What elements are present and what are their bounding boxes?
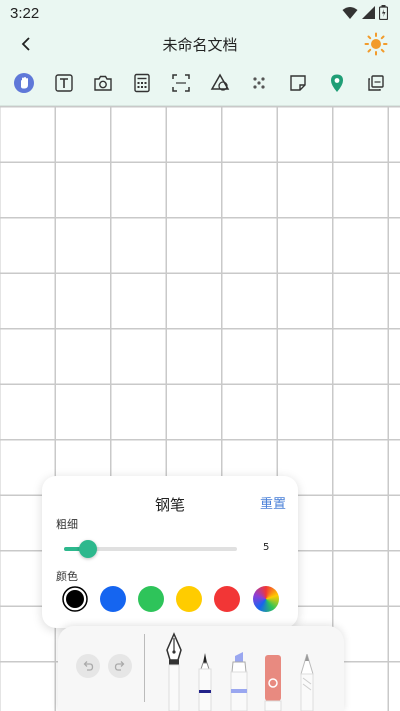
fountain-pen-icon[interactable] <box>161 632 187 711</box>
shapes-tool-button[interactable] <box>209 72 231 94</box>
ballpoint-pen-icon[interactable] <box>195 653 215 711</box>
status-bar: 3:22 <box>0 0 400 28</box>
color-swatch-blue[interactable] <box>100 586 126 612</box>
gallery-icon <box>368 75 384 91</box>
dots-tool-button[interactable] <box>248 72 270 94</box>
gallery-tool-button[interactable] <box>365 72 387 94</box>
hand-tool-button[interactable] <box>13 72 35 94</box>
redo-icon <box>114 661 125 671</box>
sticky-note-tool-button[interactable] <box>287 72 309 94</box>
undo-icon <box>83 661 94 671</box>
pen-settings-panel: 钢笔 重置 粗细 5 颜色 <box>42 476 298 628</box>
status-icons <box>342 5 388 20</box>
color-label: 颜色 <box>56 570 78 583</box>
location-tool-button[interactable] <box>326 72 348 94</box>
hand-icon <box>14 73 34 93</box>
location-pin-icon <box>331 74 343 92</box>
color-swatch-red[interactable] <box>214 586 240 612</box>
thickness-slider-thumb[interactable] <box>79 540 98 558</box>
theme-toggle-button[interactable] <box>364 32 388 56</box>
sticky-note-icon <box>290 75 306 91</box>
calculator-tool-button[interactable] <box>131 72 153 94</box>
ocr-scan-icon <box>172 74 190 92</box>
bottom-tool-tray <box>58 626 344 711</box>
sun-icon <box>364 32 388 56</box>
color-swatch-black[interactable] <box>62 586 88 612</box>
color-swatch-custom[interactable] <box>253 586 279 612</box>
undo-button[interactable] <box>76 654 100 678</box>
wifi-icon <box>342 6 358 19</box>
selected-ring-icon <box>62 586 88 612</box>
thickness-value: 5 <box>263 542 270 553</box>
calculator-icon <box>134 73 150 93</box>
reset-button[interactable]: 重置 <box>260 493 286 512</box>
dots-icon <box>253 77 265 89</box>
document-title: 未命名文档 <box>162 36 238 54</box>
battery-icon <box>379 5 388 20</box>
color-swatch-yellow[interactable] <box>176 586 202 612</box>
signal-icon <box>362 6 375 19</box>
text-icon <box>55 74 73 92</box>
ocr-tool-button[interactable] <box>170 72 192 94</box>
status-time: 3:22 <box>10 5 40 22</box>
camera-tool-button[interactable] <box>92 72 114 94</box>
color-swatch-green[interactable] <box>138 586 164 612</box>
camera-icon <box>94 75 112 91</box>
text-tool-button[interactable] <box>53 72 75 94</box>
shapes-icon <box>210 73 230 91</box>
tray-divider <box>144 634 145 702</box>
pencil-icon[interactable] <box>296 654 318 711</box>
toolbar <box>0 62 400 106</box>
redo-button[interactable] <box>108 654 132 678</box>
highlighter-icon[interactable] <box>227 652 251 711</box>
thickness-label: 粗细 <box>56 518 78 531</box>
eraser-icon[interactable] <box>261 653 285 711</box>
title-bar: 未命名文档 <box>0 28 400 62</box>
